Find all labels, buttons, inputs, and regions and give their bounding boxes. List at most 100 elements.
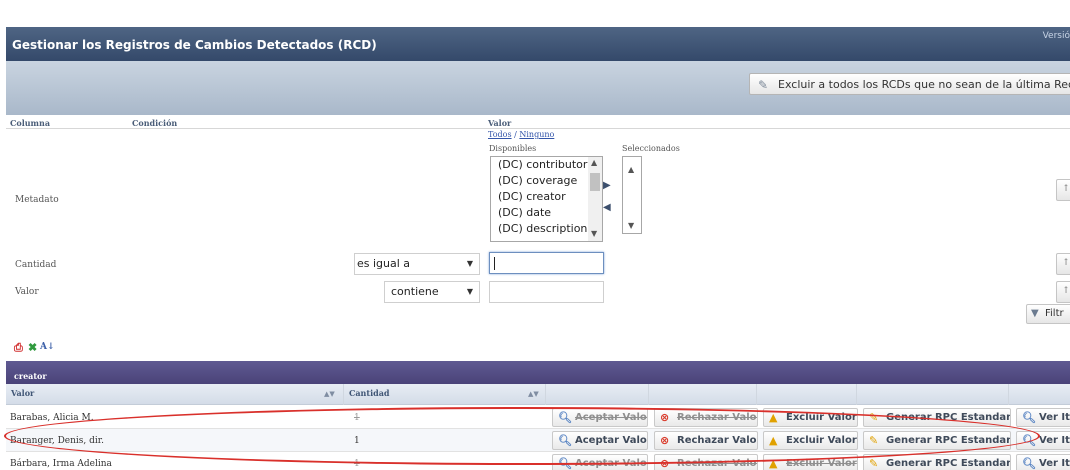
col-header-action-3 <box>757 384 857 405</box>
filter-button-label: Filtr <box>1045 308 1064 319</box>
option-date[interactable]: (DC) date <box>491 205 602 221</box>
cell-cantidad: 1 <box>354 436 360 446</box>
excluir-label: Excluir Valor <box>786 458 857 469</box>
valor-condition-select[interactable]: contiene ▼ <box>384 281 480 303</box>
generar-label: Generar RPC Estandar <box>886 435 1011 446</box>
search-icon: 🔍︎ <box>558 434 572 447</box>
cell-valor: Baranger, Denis, dir. <box>10 436 104 446</box>
search-icon: 🔍︎ <box>1022 434 1036 447</box>
excluir-label: Excluir Valor <box>786 412 857 423</box>
title-bar: Gestionar los Registros de Cambios Detec… <box>6 27 1070 61</box>
sel-down-icon[interactable]: ▼ <box>628 221 634 230</box>
funnel-icon: ▼ <box>1031 308 1039 319</box>
excel-export-icon[interactable]: ✖ <box>28 341 37 354</box>
rechazar-label: Rechazar Valor <box>677 435 758 446</box>
rechazar-valor-button[interactable]: ⊗ Rechazar Valor <box>654 431 758 450</box>
generar-label: Generar RPC Estandar <box>886 458 1011 469</box>
scroll-down-icon[interactable]: ▼ <box>591 229 597 238</box>
seleccionados-label: Seleccionados <box>622 144 680 153</box>
ver-label: Ver Iter <box>1039 435 1070 446</box>
col-header-cantidad[interactable]: Cantidad ▲▼ <box>344 384 546 405</box>
pdf-export-icon[interactable]: ⎙ <box>14 341 23 355</box>
generar-rpc-button[interactable]: ✎ Generar RPC Estandar <box>863 408 1011 427</box>
exclude-non-latest-button[interactable]: ✎ Excluir a todos los RCDs que no sean d… <box>749 73 1070 95</box>
col-header-cantidad-label: Cantidad <box>349 388 390 398</box>
side-button-3[interactable]: ↑ <box>1056 281 1070 303</box>
excluir-valor-button[interactable]: ▲ Excluir Valor <box>763 454 858 470</box>
pencil-icon: ✎ <box>869 457 879 470</box>
grid-header: Valor ▲▼ Cantidad ▲▼ <box>6 384 1070 405</box>
aceptar-valor-button[interactable]: 🔍︎ Aceptar Valor <box>552 454 648 470</box>
rechazar-label: Rechazar Valor <box>677 458 758 469</box>
col-header-valor-label: Valor <box>11 388 35 398</box>
search-icon: 🔍︎ <box>1022 411 1036 424</box>
ver-items-button[interactable]: 🔍︎Ver Iter <box>1016 454 1070 470</box>
sort-az-icon[interactable]: A↓ <box>40 342 55 352</box>
page-title: Gestionar los Registros de Cambios Detec… <box>12 38 377 52</box>
filter-header: Columna Condición Valor <box>6 117 1070 129</box>
text-cursor <box>494 257 495 270</box>
listbox-scrollbar[interactable]: ▲ ▼ <box>588 157 602 241</box>
generar-rpc-button[interactable]: ✎ Generar RPC Estandar <box>863 454 1011 470</box>
sort-icon: ▲▼ <box>324 389 335 398</box>
aceptar-valor-button[interactable]: 🔍︎ Aceptar Valor <box>552 408 648 427</box>
rechazar-valor-button[interactable]: ⊗ Rechazar Valor <box>654 454 758 470</box>
excluir-valor-button[interactable]: ▲ Excluir Valor <box>763 408 858 427</box>
col-header-action-1 <box>546 384 649 405</box>
toolbar: ✎ Excluir a todos los RCDs que no sean d… <box>6 61 1070 115</box>
option-description[interactable]: (DC) description <box>491 221 602 237</box>
move-left-icon[interactable]: ◀ <box>603 202 611 213</box>
table-row: Baranger, Denis, dir. 1 🔍︎ Aceptar Valor … <box>6 429 1070 452</box>
todos-link[interactable]: Todos <box>488 130 512 139</box>
aceptar-label: Aceptar Valor <box>575 435 648 446</box>
search-icon: 🔍︎ <box>1022 457 1036 470</box>
col-header-action-4 <box>857 384 1009 405</box>
ver-items-button[interactable]: 🔍︎Ver Iter <box>1016 431 1070 450</box>
valor-label: Valor <box>15 287 39 297</box>
disponibles-label: Disponibles <box>489 144 537 153</box>
version-label: Versió <box>1042 31 1070 41</box>
rechazar-valor-button[interactable]: ⊗ Rechazar Valor <box>654 408 758 427</box>
rechazar-label: Rechazar Valor <box>677 412 758 423</box>
cell-cantidad: 1 <box>354 413 360 423</box>
sel-up-icon[interactable]: ▲ <box>628 165 634 174</box>
filter-button[interactable]: ▼ Filtr <box>1026 304 1070 324</box>
generar-label: Generar RPC Estandar <box>886 412 1011 423</box>
exclude-button-label: Excluir a todos los RCDs que no sean de … <box>778 78 1070 91</box>
move-right-icon[interactable]: ▶ <box>603 180 611 191</box>
seleccionados-listbox[interactable]: ▲ ▼ <box>622 156 642 234</box>
disponibles-listbox[interactable]: (DC) contributor (DC) coverage (DC) crea… <box>490 156 603 242</box>
excluir-label: Excluir Valor <box>786 435 857 446</box>
search-icon: 🔍︎ <box>558 457 572 470</box>
aceptar-valor-button[interactable]: 🔍︎ Aceptar Valor <box>552 431 648 450</box>
cantidad-condition-select[interactable]: es igual a ▼ <box>354 253 480 275</box>
option-creator[interactable]: (DC) creator <box>491 189 602 205</box>
scroll-thumb[interactable] <box>590 173 600 191</box>
cantidad-condition-value: es igual a <box>357 257 411 270</box>
cantidad-value-input[interactable] <box>489 252 604 274</box>
aceptar-label: Aceptar Valor <box>575 412 648 423</box>
reject-icon: ⊗ <box>660 411 670 424</box>
ninguno-link[interactable]: Ninguno <box>519 130 554 139</box>
filter-col-columna: Columna <box>10 118 51 128</box>
ver-label: Ver Iter <box>1039 412 1070 423</box>
generar-rpc-button[interactable]: ✎ Generar RPC Estandar <box>863 431 1011 450</box>
reject-icon: ⊗ <box>660 457 670 470</box>
scroll-up-icon[interactable]: ▲ <box>591 158 597 167</box>
filter-col-valor: Valor <box>488 118 512 128</box>
col-header-valor[interactable]: Valor ▲▼ <box>6 384 344 405</box>
cell-valor: Bárbara, Irma Adelina <box>10 459 112 469</box>
option-contributor[interactable]: (DC) contributor <box>491 157 602 173</box>
side-button-1[interactable]: ↑ <box>1056 179 1070 201</box>
side-button-2[interactable]: ↑ <box>1056 253 1070 275</box>
valor-value-input[interactable] <box>489 281 604 303</box>
option-coverage[interactable]: (DC) coverage <box>491 173 602 189</box>
excluir-valor-button[interactable]: ▲ Excluir Valor <box>763 431 858 450</box>
chevron-down-icon: ▼ <box>466 259 473 268</box>
table-row: Barabas, Alicia M. 1 🔍︎ Aceptar Valor ⊗ Re… <box>6 406 1070 429</box>
warning-icon: ▲ <box>769 411 778 424</box>
warning-icon: ▲ <box>769 434 778 447</box>
valor-condition-value: contiene <box>391 285 439 298</box>
filter-col-condicion: Condición <box>132 118 178 128</box>
ver-items-button[interactable]: 🔍︎Ver Iter <box>1016 408 1070 427</box>
